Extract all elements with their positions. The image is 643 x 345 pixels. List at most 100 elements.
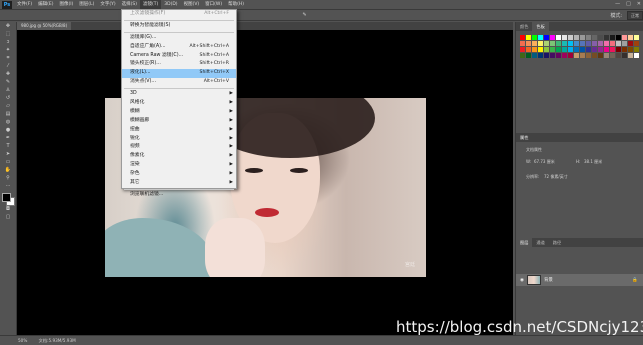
path-select-icon[interactable]: ➤ [4, 151, 12, 158]
color-swatch[interactable] [622, 35, 627, 40]
color-swatch[interactable] [628, 41, 633, 46]
brush-icon[interactable]: ✎ [301, 12, 309, 19]
color-swatch[interactable] [568, 35, 573, 40]
menu-image[interactable]: 图像(I) [56, 0, 76, 9]
color-swatch[interactable] [634, 53, 639, 58]
width-value[interactable]: 67.73 厘米 [534, 159, 555, 165]
color-swatch[interactable] [598, 41, 603, 46]
shape-tool-icon[interactable]: ▭ [4, 159, 12, 166]
color-swatch[interactable] [598, 47, 603, 52]
filter-menu-item[interactable]: 镜头校正(R)... Shift+Ctrl+R [122, 60, 236, 69]
color-swatch[interactable] [628, 35, 633, 40]
color-swatch[interactable] [562, 41, 567, 46]
menu-file[interactable]: 文件(F) [14, 0, 35, 9]
color-swatch[interactable] [532, 41, 537, 46]
color-swatch[interactable] [556, 47, 561, 52]
color-swatch[interactable] [544, 53, 549, 58]
color-swatch[interactable] [634, 41, 639, 46]
color-swatch[interactable] [592, 35, 597, 40]
filter-menu-item[interactable]: 模糊 ▶ [122, 108, 236, 117]
document-tab[interactable]: 980.jpg @ 50%(RGB/8) [17, 22, 72, 30]
marquee-tool-icon[interactable]: ⬚ [4, 31, 12, 38]
color-swatch[interactable] [568, 53, 573, 58]
color-swatch[interactable] [568, 47, 573, 52]
color-swatch[interactable] [604, 41, 609, 46]
filter-menu-item[interactable]: 风格化 ▶ [122, 99, 236, 108]
eye-visibility-icon[interactable]: ◉ [520, 278, 524, 283]
brush-tool-icon[interactable]: ✎ [4, 79, 12, 86]
color-swatch[interactable] [550, 41, 555, 46]
color-swatch[interactable] [586, 41, 591, 46]
filter-menu-item[interactable]: 其它 ▶ [122, 179, 236, 188]
filter-menu-item[interactable]: 扭曲 ▶ [122, 126, 236, 135]
color-swatch[interactable] [580, 47, 585, 52]
tab-swatches[interactable]: 色板 [532, 22, 549, 31]
menu-window[interactable]: 窗口(W) [202, 0, 225, 9]
filter-menu-item[interactable]: 像素化 ▶ [122, 152, 236, 161]
color-swatch[interactable] [598, 53, 603, 58]
maximize-button[interactable]: □ [626, 0, 631, 9]
color-swatch[interactable] [538, 35, 543, 40]
color-swatch[interactable] [544, 41, 549, 46]
more-tools-icon[interactable]: ··· [4, 183, 12, 190]
color-swatch[interactable] [598, 35, 603, 40]
gradient-icon[interactable]: ▤ [4, 111, 12, 118]
color-swatch[interactable] [562, 35, 567, 40]
menu-view[interactable]: 视图(V) [181, 0, 203, 9]
color-swatch[interactable] [610, 41, 615, 46]
color-swatch[interactable] [538, 41, 543, 46]
filter-menu-item[interactable]: 模糊画廊 ▶ [122, 117, 236, 126]
color-swatch[interactable] [556, 41, 561, 46]
color-swatch[interactable] [604, 53, 609, 58]
menu-filter[interactable]: 滤镜(T) [139, 0, 162, 9]
color-swatch[interactable] [538, 53, 543, 58]
zoom-level[interactable]: 50% [18, 338, 27, 343]
color-swatch[interactable] [550, 35, 555, 40]
layer-row[interactable]: ◉ 背景 🔒 [516, 274, 643, 286]
filter-menu-item[interactable]: 转换为智能滤镜(S) [122, 22, 236, 31]
color-swatch[interactable] [592, 47, 597, 52]
tab-paths[interactable]: 路径 [549, 238, 565, 247]
color-swatch[interactable] [616, 35, 621, 40]
color-swatch[interactable] [526, 35, 531, 40]
color-swatch[interactable] [556, 53, 561, 58]
clone-stamp-icon[interactable]: ♙ [4, 87, 12, 94]
color-swatch[interactable] [538, 47, 543, 52]
healing-brush-icon[interactable]: ✚ [4, 71, 12, 78]
color-swatch[interactable] [520, 53, 525, 58]
color-swatch[interactable] [526, 47, 531, 52]
color-swatch[interactable] [544, 35, 549, 40]
history-brush-icon[interactable]: ↺ [4, 95, 12, 102]
move-tool-icon[interactable]: ✥ [4, 23, 12, 30]
filter-menu-item[interactable]: 滤镜库(G)... [122, 34, 236, 43]
tab-color[interactable]: 颜色 [516, 22, 532, 31]
tab-channels[interactable]: 通道 [532, 238, 548, 247]
filter-menu-item[interactable]: 自适应广角(A)... Alt+Shift+Ctrl+A [122, 43, 236, 52]
filter-menu-item[interactable]: 液化(L)... Shift+Ctrl+X [122, 69, 236, 79]
filter-menu-item[interactable]: 锐化 ▶ [122, 135, 236, 144]
color-swatch[interactable] [592, 41, 597, 46]
color-swatch[interactable] [610, 53, 615, 58]
dodge-tool-icon[interactable]: ● [4, 127, 12, 134]
eraser-icon[interactable]: ▱ [4, 103, 12, 110]
color-swatch[interactable] [574, 41, 579, 46]
menu-3d[interactable]: 3D(D) [161, 0, 180, 9]
color-swatch[interactable] [544, 47, 549, 52]
color-swatch[interactable] [628, 47, 633, 52]
color-swatch[interactable] [532, 47, 537, 52]
filter-menu-item[interactable]: 渲染 ▶ [122, 161, 236, 170]
minimize-button[interactable]: — [615, 0, 620, 9]
zoom-tool-icon[interactable]: ⚲ [4, 175, 12, 182]
lasso-tool-icon[interactable]: ↄ [4, 39, 12, 46]
type-tool-icon[interactable]: T [4, 143, 12, 150]
color-swatch[interactable] [550, 47, 555, 52]
color-swatch[interactable] [622, 53, 627, 58]
color-swatch[interactable] [634, 35, 639, 40]
mode-select[interactable]: 正常 [627, 10, 643, 20]
color-swatch[interactable] [580, 41, 585, 46]
color-swatch[interactable] [610, 47, 615, 52]
color-swatch[interactable] [580, 53, 585, 58]
menu-type[interactable]: 文字(Y) [97, 0, 118, 9]
color-swatch[interactable] [604, 47, 609, 52]
color-swatch[interactable] [586, 35, 591, 40]
